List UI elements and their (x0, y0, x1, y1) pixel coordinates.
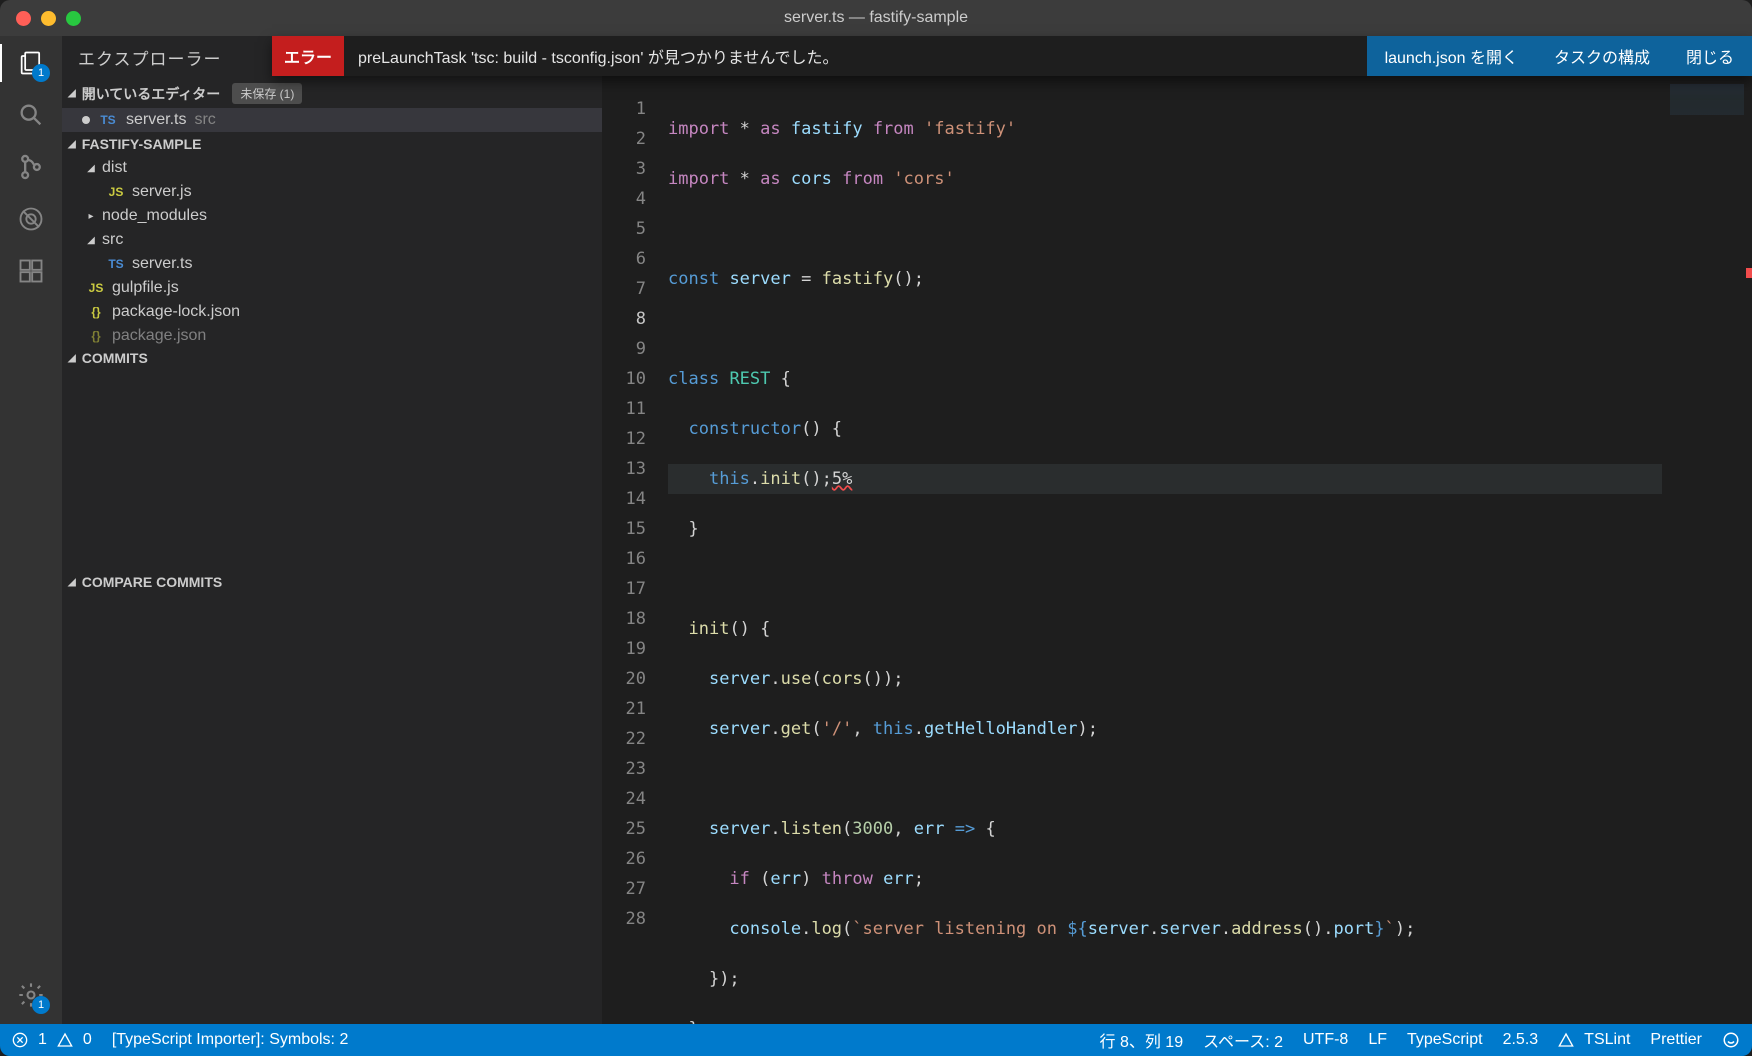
folder-dist[interactable]: ◢ dist (80, 156, 602, 180)
minimap[interactable] (1662, 78, 1752, 1024)
folder-label: dist (102, 159, 127, 177)
close-window-icon[interactable] (16, 11, 31, 26)
status-importer[interactable]: [TypeScript Importer]: Symbols: 2 (112, 1031, 349, 1049)
file-server-ts[interactable]: TS server.ts (80, 252, 602, 276)
activity-bar: 1 1 (0, 36, 62, 1024)
chevron-down-icon: ◢ (86, 235, 96, 246)
notification-message: preLaunchTask 'tsc: build - tsconfig.jso… (344, 44, 1367, 68)
debug-icon[interactable] (16, 204, 46, 234)
settings-badge: 1 (32, 996, 50, 1014)
main-area: 1 1 エクスプローラー ◢ (0, 36, 1752, 1024)
overview-ruler-error-icon[interactable] (1746, 268, 1752, 278)
folder-node-modules[interactable]: ▸ node_modules (80, 204, 602, 228)
open-editors-label: 開いているエディター (82, 84, 221, 104)
chevron-down-icon: ◢ (86, 163, 96, 174)
typescript-file-icon: TS (98, 113, 118, 127)
minimize-window-icon[interactable] (41, 11, 56, 26)
explorer-icon[interactable]: 1 (16, 48, 46, 78)
file-label: package-lock.json (112, 303, 240, 321)
notification-actions: launch.json を開く タスクの構成 閉じる (1367, 36, 1752, 76)
status-warnings-count: 0 (83, 1031, 92, 1049)
extensions-icon[interactable] (16, 256, 46, 286)
status-errors-count: 1 (38, 1031, 47, 1049)
code-content[interactable]: import * as fastify from 'fastify' impor… (668, 76, 1752, 1024)
editor-body[interactable]: 123 456 789 101112 131415 161718 192021 … (602, 76, 1752, 1024)
project-header[interactable]: ◢ FASTIFY-SAMPLE (62, 132, 602, 156)
file-label: server.js (132, 183, 192, 201)
warning-icon (57, 1032, 73, 1048)
window-controls (0, 11, 81, 26)
file-package-lock[interactable]: {} package-lock.json (80, 300, 602, 324)
settings-icon[interactable]: 1 (16, 980, 46, 1010)
explorer-sidebar: エクスプローラー ◢ 開いているエディター 未保存 (1) TS server.… (62, 36, 602, 1024)
unsaved-badge: 未保存 (1) (232, 83, 302, 104)
compare-commits-label: COMPARE COMMITS (82, 574, 223, 590)
typescript-file-icon: TS (106, 257, 126, 271)
vscode-window: server.ts — fastify-sample 1 1 (0, 0, 1752, 1056)
open-editor-folder: src (194, 111, 215, 129)
file-gulpfile[interactable]: JS gulpfile.js (80, 276, 602, 300)
chevron-down-icon: ◢ (68, 577, 76, 588)
status-tslint[interactable]: TSLint (1558, 1031, 1630, 1049)
status-cursor-position[interactable]: 行 8、列 19 (1100, 1028, 1184, 1052)
open-launch-json-button[interactable]: launch.json を開く (1367, 36, 1536, 76)
file-server-js[interactable]: JS server.js (80, 180, 602, 204)
error-icon (12, 1032, 28, 1048)
search-icon[interactable] (16, 100, 46, 130)
file-label: package.json (112, 327, 206, 345)
status-feedback-icon[interactable] (1722, 1031, 1740, 1049)
notification-bar: エラー preLaunchTask 'tsc: build - tsconfig… (272, 36, 1752, 76)
status-language[interactable]: TypeScript (1407, 1031, 1483, 1049)
status-eol[interactable]: LF (1368, 1031, 1387, 1049)
json-file-icon: {} (86, 329, 106, 343)
chevron-right-icon: ▸ (86, 211, 96, 222)
status-encoding[interactable]: UTF-8 (1303, 1031, 1348, 1049)
status-problems[interactable]: 1 0 (12, 1031, 92, 1049)
javascript-file-icon: JS (106, 185, 126, 199)
file-package-json[interactable]: {} package.json (80, 324, 602, 348)
notification-error-badge: エラー (272, 36, 344, 76)
line-gutter: 123 456 789 101112 131415 161718 192021 … (602, 76, 668, 1024)
warning-icon (1558, 1032, 1574, 1048)
status-tslint-label: TSLint (1584, 1031, 1630, 1049)
configure-task-button[interactable]: タスクの構成 (1536, 36, 1668, 76)
folder-src[interactable]: ◢ src (80, 228, 602, 252)
project-name: FASTIFY-SAMPLE (82, 136, 202, 152)
editor-area: エラー preLaunchTask 'tsc: build - tsconfig… (602, 36, 1752, 1024)
window-title: server.ts — fastify-sample (784, 9, 968, 27)
maximize-window-icon[interactable] (66, 11, 81, 26)
open-editors-header[interactable]: ◢ 開いているエディター 未保存 (1) (62, 79, 602, 108)
commits-header[interactable]: ◢ COMMITS (62, 346, 602, 370)
commits-label: COMMITS (82, 350, 148, 366)
open-editor-filename: server.ts (126, 111, 186, 129)
file-tree: ◢ dist JS server.js ▸ node_modules ◢ (62, 156, 602, 348)
modified-dot-icon (82, 116, 90, 124)
status-bar: 1 0 [TypeScript Importer]: Symbols: 2 行 … (0, 1024, 1752, 1056)
status-prettier[interactable]: Prettier (1650, 1031, 1702, 1049)
explorer-badge: 1 (32, 64, 50, 82)
source-control-icon[interactable] (16, 152, 46, 182)
chevron-down-icon: ◢ (68, 353, 76, 364)
open-editor-item[interactable]: TS server.ts src (62, 108, 602, 132)
titlebar: server.ts — fastify-sample (0, 0, 1752, 36)
close-notification-button[interactable]: 閉じる (1668, 36, 1752, 76)
status-indent[interactable]: スペース: 2 (1203, 1028, 1283, 1052)
compare-commits-header[interactable]: ◢ COMPARE COMMITS (62, 570, 602, 594)
chevron-down-icon: ◢ (68, 88, 76, 99)
file-label: server.ts (132, 255, 192, 273)
folder-label: node_modules (102, 207, 207, 225)
file-label: gulpfile.js (112, 279, 179, 297)
javascript-file-icon: JS (86, 281, 106, 295)
json-file-icon: {} (86, 305, 106, 319)
chevron-down-icon: ◢ (68, 139, 76, 150)
folder-label: src (102, 231, 123, 249)
status-version[interactable]: 2.5.3 (1503, 1031, 1539, 1049)
